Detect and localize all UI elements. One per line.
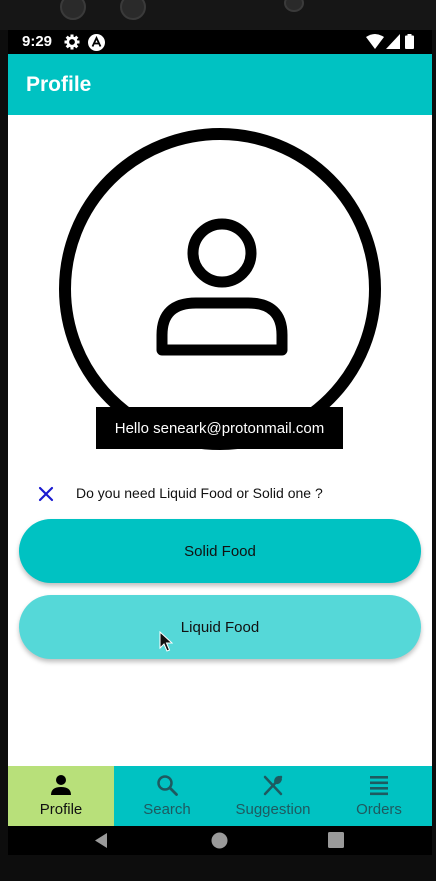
back-icon[interactable] (93, 832, 109, 849)
liquid-food-button[interactable]: Liquid Food (19, 595, 421, 659)
page-title: Profile (26, 73, 92, 96)
solid-food-button[interactable]: Solid Food (19, 519, 421, 583)
user-avatar-icon (59, 128, 381, 450)
nav-item-orders[interactable]: Orders (326, 766, 432, 826)
greeting-text: Hello seneark@protonmail.com (114, 419, 325, 437)
close-icon[interactable] (38, 486, 54, 502)
question-text: Do you need Liquid Food or Solid one ? (76, 485, 323, 501)
solid-food-label: Solid Food (184, 542, 256, 560)
device-bezel-bottom (0, 855, 436, 881)
person-icon (51, 775, 71, 795)
nav-item-search[interactable]: Search (114, 766, 220, 826)
liquid-food-label: Liquid Food (180, 618, 260, 636)
nav-item-suggestion[interactable]: Suggestion (220, 766, 326, 826)
nav-item-profile[interactable]: Profile (8, 766, 114, 826)
nav-label-suggestion: Suggestion (235, 801, 311, 818)
battery-icon (405, 34, 414, 49)
sensor (284, 0, 304, 12)
phone-screen: 9:29 Profile Hello seneark@protonmail.co… (8, 30, 432, 855)
search-icon (157, 775, 178, 796)
avatar (56, 125, 384, 453)
list-icon (370, 776, 388, 796)
mouse-cursor-icon (159, 631, 173, 652)
utensils-icon (263, 775, 283, 796)
device-bezel-top (0, 0, 436, 30)
bottom-navigation: Profile Search Suggestion Orders (8, 766, 432, 826)
recents-icon[interactable] (328, 832, 344, 848)
nav-label-profile: Profile (39, 801, 83, 818)
system-navigation-bar (8, 826, 432, 855)
question-row: Do you need Liquid Food or Solid one ? (8, 480, 432, 508)
status-time: 9:29 (22, 33, 53, 50)
status-bar: 9:29 (8, 30, 432, 54)
greeting-label: Hello seneark@protonmail.com (96, 407, 343, 449)
nav-label-search: Search (143, 801, 191, 818)
nav-label-orders: Orders (356, 801, 402, 818)
camera-lens (120, 0, 146, 20)
wifi-icon (366, 34, 384, 49)
settings-icon (64, 34, 80, 50)
signal-icon (386, 34, 400, 49)
app-bar: Profile (8, 54, 432, 115)
camera-lens (60, 0, 86, 20)
app-notification-icon (88, 34, 105, 51)
home-icon[interactable] (211, 832, 228, 849)
